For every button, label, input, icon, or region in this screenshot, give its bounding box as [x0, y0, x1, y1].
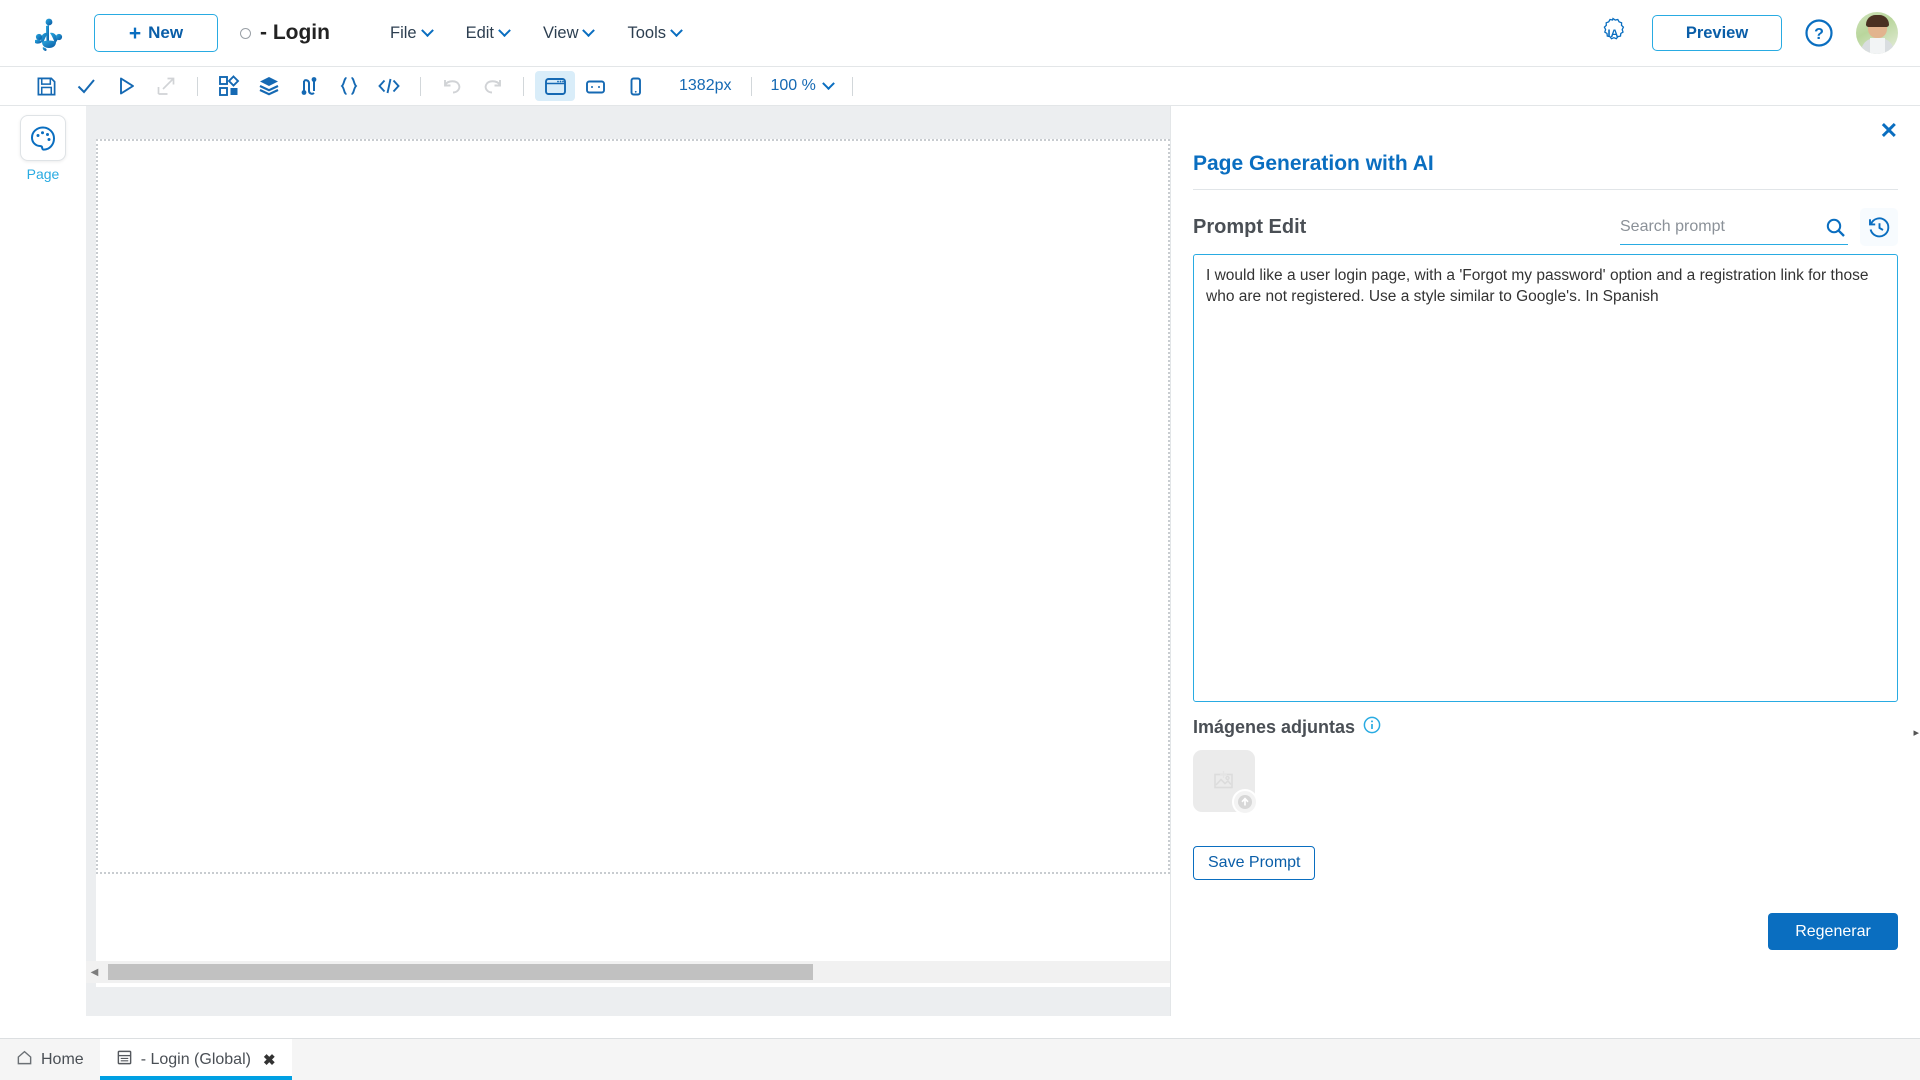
top-bar-right: IA Preview ? — [1596, 12, 1898, 54]
toolbar-separator — [750, 76, 752, 96]
connections-icon[interactable] — [289, 71, 329, 101]
ai-generation-panel: ✕ Page Generation with AI Prompt Edit I … — [1170, 106, 1920, 1016]
chevron-down-icon — [498, 23, 511, 37]
document-title: - Login — [260, 21, 330, 44]
attachment-upload-slot[interactable] — [1193, 750, 1258, 815]
menu-tools-label: Tools — [627, 23, 667, 42]
redo-icon[interactable] — [472, 71, 512, 101]
regenerate-button[interactable]: Regenerar — [1768, 913, 1898, 950]
mobile-view-icon[interactable] — [615, 71, 655, 101]
canvas-horizontal-scrollbar[interactable]: ◀ ▶ — [86, 961, 1170, 983]
ia-badge-icon[interactable]: IA — [1596, 16, 1630, 50]
scroll-track[interactable] — [103, 961, 1170, 983]
magnifier-icon[interactable] — [1825, 217, 1846, 243]
image-upload-icon — [1214, 771, 1233, 789]
close-tab-icon[interactable]: ✖ — [263, 1051, 276, 1069]
close-icon[interactable]: ✕ — [1880, 120, 1898, 142]
layers-icon[interactable] — [249, 71, 289, 101]
toolbar-separator — [197, 76, 198, 96]
code-icon[interactable] — [369, 71, 409, 101]
chevron-down-icon — [822, 76, 835, 90]
save-prompt-label: Save Prompt — [1208, 854, 1301, 871]
svg-text:?: ? — [1814, 26, 1824, 43]
prompt-textarea[interactable]: I would like a user login page, with a '… — [1193, 254, 1898, 702]
new-button[interactable]: + New — [94, 14, 218, 52]
palette-icon[interactable] — [20, 115, 66, 161]
desktop-view-icon[interactable] — [535, 71, 575, 101]
top-bar: + New - Login File Edit View Tools IA Pr… — [0, 0, 1920, 67]
page-file-icon — [116, 1049, 133, 1071]
canvas-page-outline — [96, 139, 1170, 874]
braces-icon[interactable] — [329, 71, 369, 101]
page-tool-label: Page — [26, 166, 60, 182]
preview-button-label: Preview — [1685, 23, 1749, 42]
canvas-width-value[interactable]: 1382px — [671, 77, 740, 95]
info-circle-icon[interactable] — [1363, 716, 1381, 739]
preview-button[interactable]: Preview — [1652, 15, 1782, 51]
check-icon[interactable] — [66, 71, 106, 101]
undo-icon[interactable] — [432, 71, 472, 101]
unsaved-dot-icon — [240, 27, 251, 39]
toolbar-separator — [523, 76, 524, 96]
chevron-down-icon — [582, 23, 596, 37]
canvas-area[interactable]: ◀ ▶ — [86, 106, 1170, 1016]
document-status: - Login — [240, 21, 330, 45]
menu-tools[interactable]: Tools — [627, 23, 683, 43]
prompt-history-button[interactable] — [1860, 208, 1898, 246]
save-prompt-button[interactable]: Save Prompt — [1193, 846, 1316, 880]
question-circle-icon[interactable]: ? — [1804, 18, 1834, 48]
components-icon[interactable] — [209, 71, 249, 101]
regenerate-label: Regenerar — [1795, 922, 1871, 940]
chevron-down-icon — [420, 23, 434, 37]
bottom-tab-bar: Home - Login (Global) ✖ — [0, 1038, 1920, 1080]
play-icon[interactable] — [106, 71, 146, 101]
left-rail: Page — [0, 106, 86, 990]
prompt-edit-row: Prompt Edit — [1193, 206, 1898, 248]
search-input[interactable] — [1620, 209, 1848, 244]
toolbar-separator — [851, 76, 853, 96]
plus-icon: + — [128, 21, 142, 45]
bottom-tab-login[interactable]: - Login (Global) ✖ — [99, 1039, 292, 1080]
attachments-label: Imágenes adjuntas — [1193, 717, 1356, 737]
toolbar-separator — [420, 76, 421, 96]
menu-bar: File Edit View Tools — [389, 23, 683, 43]
divider — [1193, 189, 1898, 190]
menu-file-label: File — [389, 23, 417, 42]
history-clock-icon — [1868, 216, 1889, 237]
scroll-left-arrow-icon[interactable]: ◀ — [86, 961, 103, 983]
panel-resize-handle[interactable]: ▸ — [1913, 726, 1919, 739]
menu-edit-label: Edit — [465, 23, 495, 42]
tablet-view-icon[interactable] — [575, 71, 615, 101]
chevron-down-icon — [670, 23, 683, 37]
avatar[interactable] — [1856, 12, 1898, 54]
search-prompt-box[interactable] — [1620, 209, 1848, 245]
upload-arrow-icon[interactable] — [1232, 789, 1258, 815]
zoom-selector[interactable]: 100 % — [763, 76, 841, 95]
bottom-tab-login-label: - Login (Global) — [140, 1050, 251, 1068]
save-icon[interactable] — [26, 71, 66, 101]
zoom-value: 100 % — [770, 77, 816, 94]
menu-edit[interactable]: Edit — [465, 23, 511, 43]
menu-view[interactable]: View — [543, 23, 596, 43]
scroll-thumb[interactable] — [108, 964, 813, 980]
canvas-page[interactable] — [96, 139, 1170, 987]
bottom-tab-home[interactable]: Home — [0, 1039, 100, 1080]
external-link-icon[interactable] — [146, 71, 186, 101]
toolbar: 1382px 100 % — [0, 67, 1920, 106]
home-icon — [16, 1049, 33, 1071]
frog-logo-icon[interactable] — [26, 10, 72, 56]
panel-title: Page Generation with AI — [1193, 152, 1434, 175]
attachments-label-row: Imágenes adjuntas — [1193, 716, 1381, 739]
menu-view-label: View — [543, 23, 579, 42]
svg-text:IA: IA — [1608, 28, 1619, 40]
bottom-tab-home-label: Home — [41, 1050, 84, 1068]
new-button-label: New — [148, 23, 184, 42]
menu-file[interactable]: File — [389, 23, 434, 43]
prompt-edit-label: Prompt Edit — [1193, 215, 1307, 238]
